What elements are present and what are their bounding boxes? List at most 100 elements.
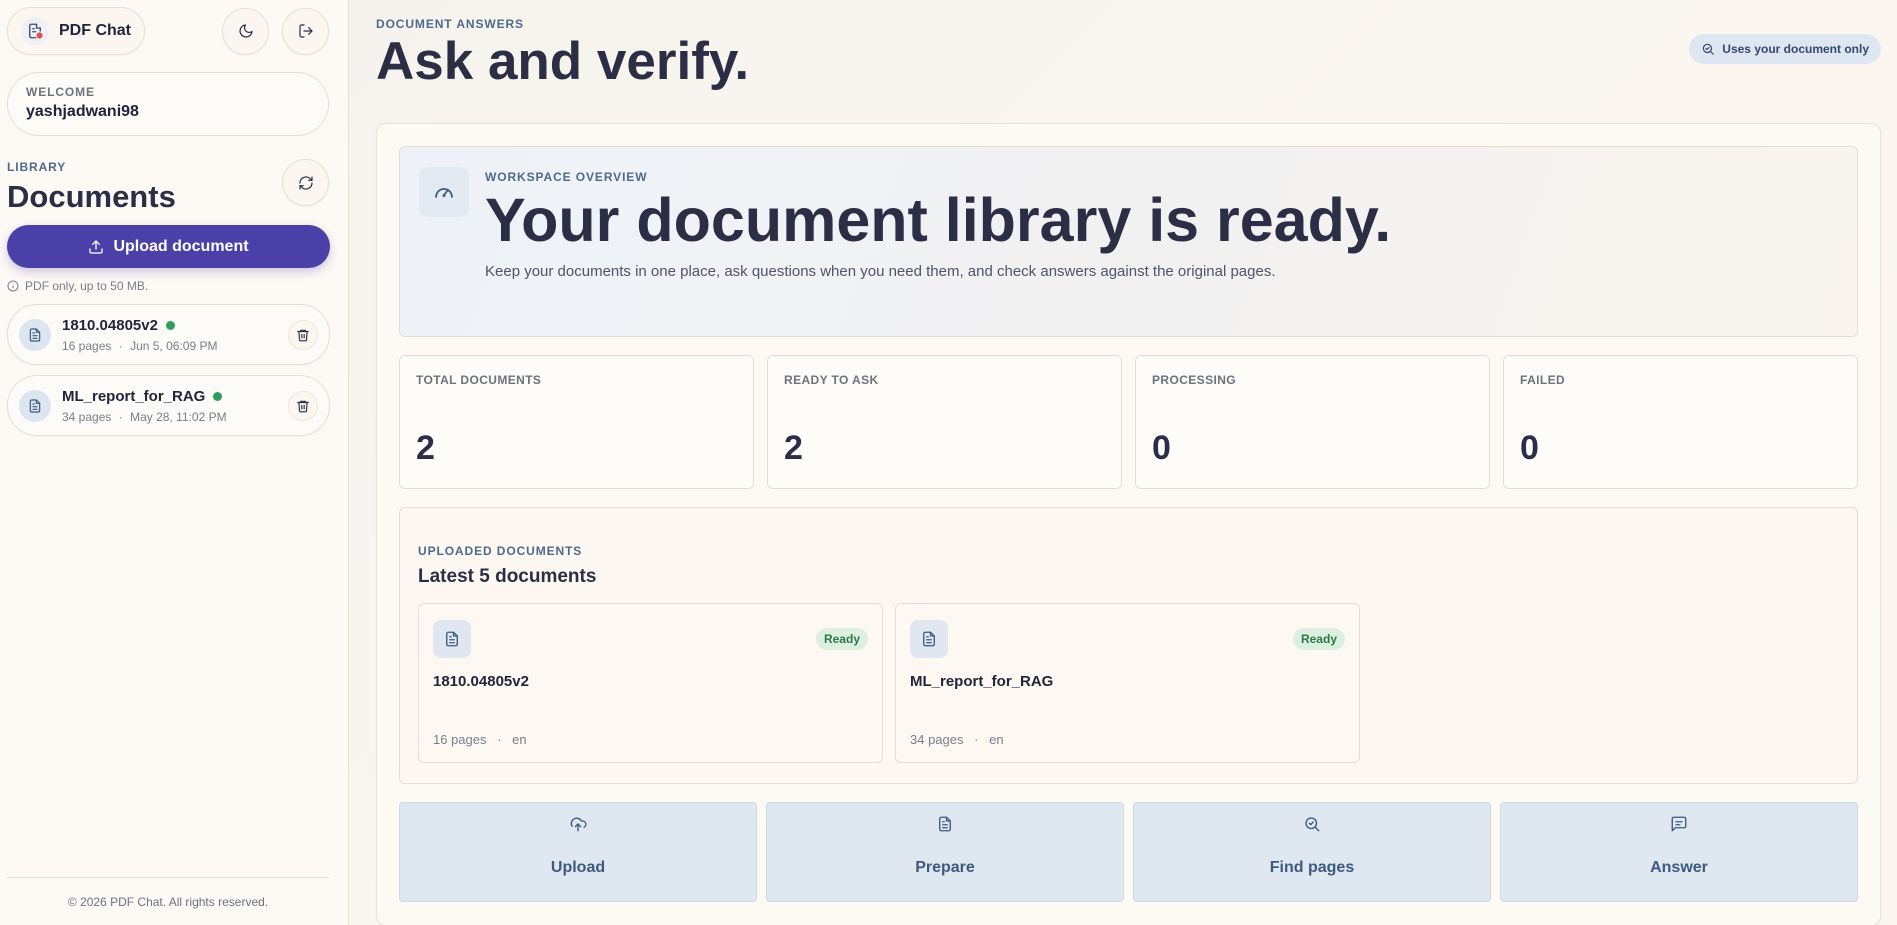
list-item[interactable]: 1810.04805v2 16 pages · Jun 5, 06:09 PM — [7, 304, 330, 365]
gauge-icon — [419, 167, 469, 217]
stat-processing: PROCESSING 0 — [1135, 355, 1490, 489]
trash-icon — [296, 328, 310, 342]
logout-icon — [298, 23, 314, 39]
stat-label: PROCESSING — [1152, 373, 1237, 387]
stat-value: 2 — [784, 429, 803, 467]
library-label: LIBRARY — [7, 160, 67, 174]
uploaded-eyebrow: UPLOADED DOCUMENTS — [418, 544, 583, 558]
stat-value: 0 — [1520, 429, 1539, 467]
app: PDF Chat WELCOME yashjadwani98 LIBRARY D… — [0, 0, 1897, 925]
upload-hint: PDF only, up to 50 MB. — [7, 279, 329, 293]
card-document-meta: 16 pages · en — [433, 732, 527, 747]
chat-icon — [1670, 815, 1688, 833]
info-icon — [7, 280, 19, 292]
step-label: Upload — [550, 859, 606, 876]
library-title: Documents — [7, 179, 176, 214]
card-language: en — [512, 732, 527, 747]
moon-icon — [238, 23, 254, 39]
sidebar-footer: © 2026 PDF Chat. All rights reserved. — [7, 877, 329, 925]
status-badge: Ready — [1292, 628, 1345, 650]
document-date: Jun 5, 06:09 PM — [130, 338, 218, 353]
welcome-card: WELCOME yashjadwani98 — [7, 72, 329, 136]
card-pages: 16 pages — [433, 732, 487, 747]
overview-description: Keep your documents in one place, ask qu… — [485, 263, 1276, 280]
meta-separator: · — [118, 409, 123, 424]
meta-separator: · — [497, 732, 502, 747]
page-title: Ask and verify. — [376, 32, 750, 91]
stat-value: 2 — [416, 429, 435, 467]
refresh-button[interactable] — [282, 159, 329, 206]
top-actions — [222, 7, 329, 55]
document-list: 1810.04805v2 16 pages · Jun 5, 06:09 PM — [7, 304, 330, 436]
delete-document-button[interactable] — [288, 319, 318, 350]
document-card[interactable]: Ready ML_report_for_RAG 34 pages · en — [895, 603, 1360, 763]
dashboard-panel: WORKSPACE OVERVIEW Your document library… — [376, 123, 1881, 925]
page-header: DOCUMENT ANSWERS Ask and verify. Uses yo… — [376, 17, 1881, 107]
uploaded-documents-section: UPLOADED DOCUMENTS Latest 5 documents Re… — [399, 507, 1858, 784]
step-label: Find pages — [1269, 859, 1355, 876]
document-only-badge: Uses your document only — [1689, 34, 1881, 64]
step-label: Answer — [1650, 859, 1708, 876]
brand-name: PDF Chat — [59, 22, 131, 39]
document-icon — [936, 815, 954, 833]
welcome-label: WELCOME — [26, 85, 95, 99]
stats-row: TOTAL DOCUMENTS 2 READY TO ASK 2 PROCESS… — [399, 355, 1858, 489]
document-pages: 34 pages — [62, 409, 112, 424]
document-meta: 16 pages · Jun 5, 06:09 PM — [62, 339, 288, 353]
step-answer[interactable]: Answer — [1500, 802, 1858, 902]
step-find-pages[interactable]: Find pages — [1133, 802, 1491, 902]
stat-label: READY TO ASK — [784, 373, 879, 387]
dark-mode-toggle[interactable] — [222, 7, 269, 55]
document-icon — [19, 318, 51, 351]
upload-document-button[interactable]: Upload document — [7, 225, 330, 268]
stat-ready-to-ask: READY TO ASK 2 — [767, 355, 1122, 489]
pdf-logo-icon — [21, 17, 49, 45]
logout-button[interactable] — [282, 7, 329, 55]
search-icon — [1303, 815, 1321, 833]
document-date: May 28, 11:02 PM — [130, 409, 227, 424]
cloud-upload-icon — [569, 815, 587, 833]
document-icon — [433, 620, 471, 658]
trash-icon — [296, 399, 310, 413]
stat-value: 0 — [1152, 429, 1171, 467]
document-meta: 34 pages · May 28, 11:02 PM — [62, 410, 288, 424]
card-document-name: 1810.04805v2 — [433, 673, 529, 690]
library-header: LIBRARY Documents — [7, 159, 329, 215]
document-card[interactable]: Ready 1810.04805v2 16 pages · en — [418, 603, 883, 763]
card-pages: 34 pages — [910, 732, 964, 747]
search-icon — [1701, 42, 1715, 56]
upload-hint-text: PDF only, up to 50 MB. — [25, 279, 149, 293]
workspace-overview: WORKSPACE OVERVIEW Your document library… — [399, 146, 1858, 337]
card-document-name: ML_report_for_RAG — [910, 673, 1054, 690]
document-name: 1810.04805v2 — [62, 316, 158, 334]
stat-label: TOTAL DOCUMENTS — [416, 373, 542, 387]
refresh-icon — [298, 175, 314, 191]
step-prepare[interactable]: Prepare — [766, 802, 1124, 902]
workflow-steps: Upload Prepare Find pages Answer — [399, 802, 1858, 902]
sidebar-header: PDF Chat — [7, 7, 329, 55]
ready-status-dot — [165, 320, 175, 330]
meta-separator: · — [974, 732, 979, 747]
document-name: ML_report_for_RAG — [62, 387, 206, 405]
document-icon — [910, 620, 948, 658]
upload-icon — [88, 239, 104, 255]
step-upload[interactable]: Upload — [399, 802, 757, 902]
card-document-meta: 34 pages · en — [910, 732, 1004, 747]
meta-separator: · — [118, 338, 123, 353]
uploaded-title: Latest 5 documents — [418, 566, 597, 587]
brand-home-link[interactable]: PDF Chat — [7, 7, 145, 55]
step-label: Prepare — [915, 859, 975, 876]
overview-eyebrow: WORKSPACE OVERVIEW — [485, 170, 648, 184]
document-only-text: Uses your document only — [1722, 42, 1869, 56]
document-pages: 16 pages — [62, 338, 112, 353]
upload-label: Upload document — [113, 237, 249, 255]
ready-status-dot — [213, 391, 223, 401]
stat-failed: FAILED 0 — [1503, 355, 1858, 489]
list-item[interactable]: ML_report_for_RAG 34 pages · May 28, 11:… — [7, 375, 330, 436]
stat-total-documents: TOTAL DOCUMENTS 2 — [399, 355, 754, 489]
main-content: DOCUMENT ANSWERS Ask and verify. Uses yo… — [349, 0, 1897, 925]
delete-document-button[interactable] — [288, 390, 318, 421]
username: yashjadwani98 — [26, 103, 139, 120]
page-eyebrow: DOCUMENT ANSWERS — [376, 17, 524, 31]
status-badge: Ready — [815, 628, 868, 650]
